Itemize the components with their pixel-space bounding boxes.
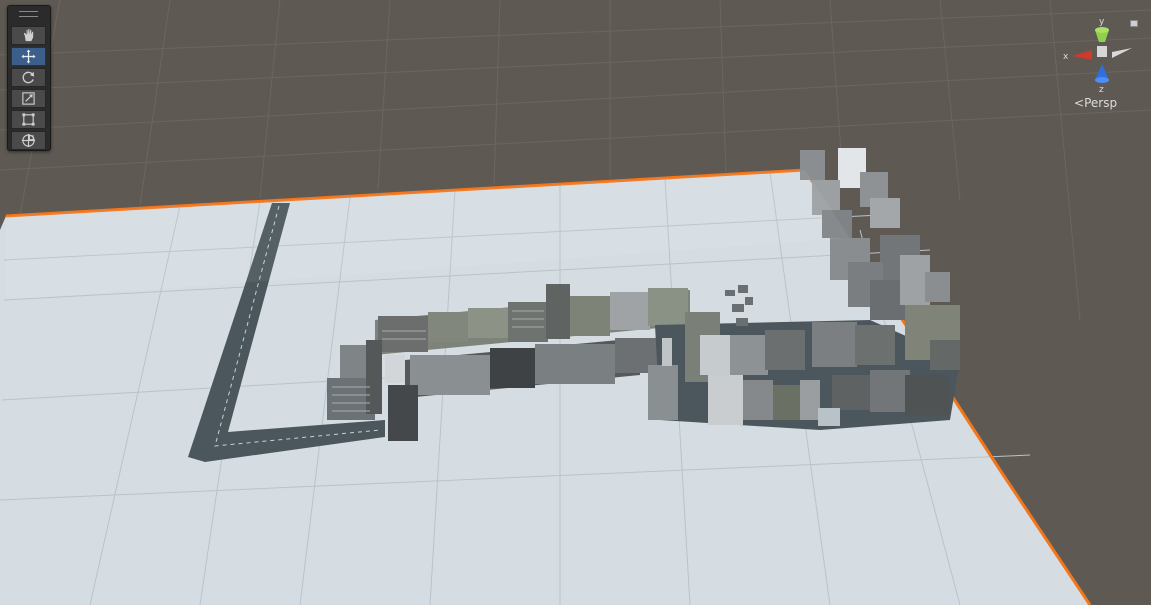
view-tool-button[interactable] bbox=[11, 26, 46, 45]
palette-grip[interactable] bbox=[19, 11, 38, 17]
rotate-tool-button[interactable] bbox=[11, 68, 46, 87]
scale-icon bbox=[22, 92, 35, 105]
projection-label: Persp bbox=[1084, 96, 1118, 110]
scene-viewport[interactable] bbox=[0, 0, 1151, 605]
rotate-icon bbox=[22, 71, 35, 84]
axis-x-cone[interactable] bbox=[1072, 50, 1092, 60]
rect-tool-button[interactable] bbox=[11, 110, 46, 129]
rect-transform-icon bbox=[22, 113, 35, 126]
tool-palette bbox=[7, 5, 51, 151]
move-arrows-icon bbox=[21, 49, 36, 64]
gizmo-center-cube[interactable] bbox=[1097, 46, 1107, 57]
perspective-icon: < bbox=[1074, 96, 1085, 110]
axis-x-label: x bbox=[1063, 52, 1069, 62]
lock-icon[interactable] bbox=[1130, 20, 1138, 27]
scale-tool-button[interactable] bbox=[11, 89, 46, 108]
transform-icon bbox=[21, 133, 36, 148]
projection-toggle[interactable]: <Persp bbox=[1074, 96, 1117, 110]
axis-y-label: y bbox=[1099, 17, 1105, 27]
axis-z-label: z bbox=[1099, 85, 1104, 95]
axis-neg-x-cone[interactable] bbox=[1112, 48, 1132, 58]
transform-tool-button[interactable] bbox=[11, 131, 46, 150]
move-tool-button[interactable] bbox=[11, 47, 46, 66]
hand-icon bbox=[23, 28, 34, 42]
